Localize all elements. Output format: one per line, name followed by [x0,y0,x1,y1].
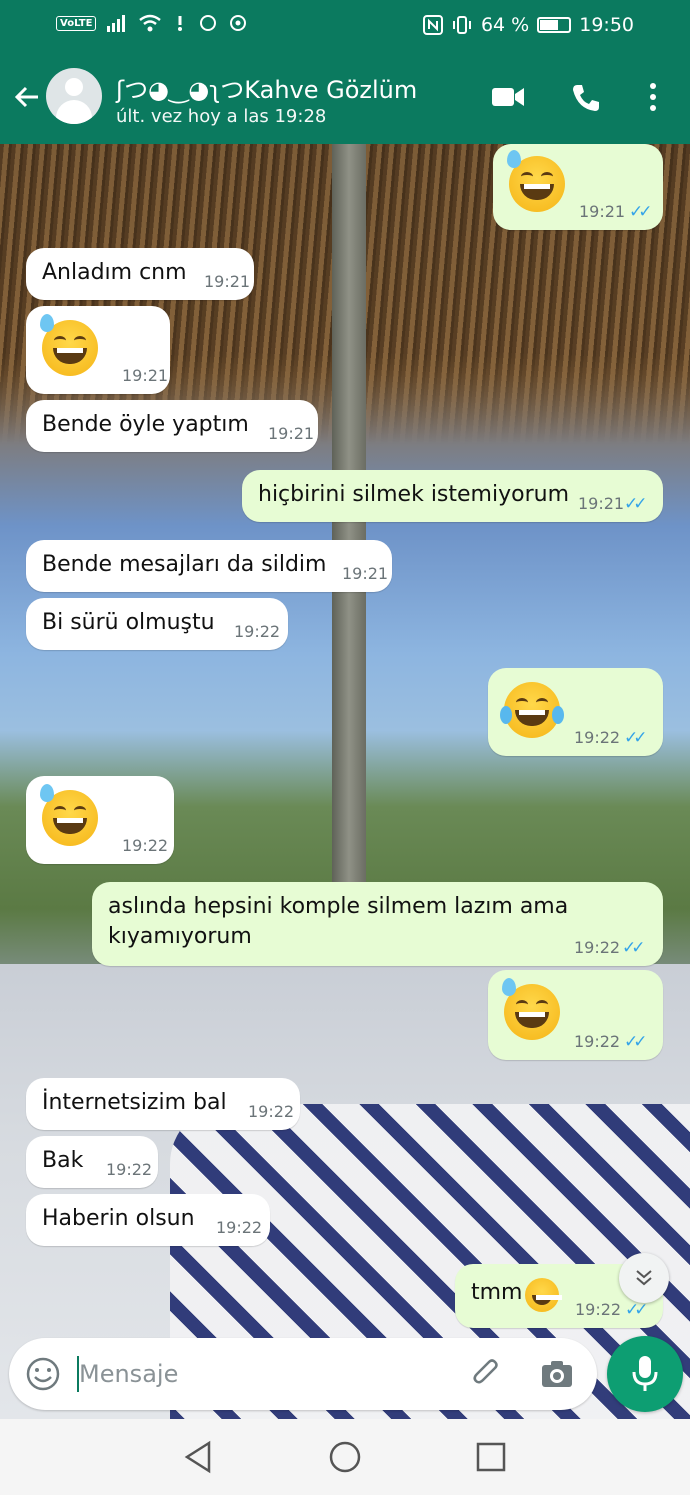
message-time: 19:22 [248,1102,295,1121]
read-ticks-icon: ✓✓ [624,728,647,748]
nav-recents-icon[interactable] [476,1442,506,1472]
message-out[interactable]: aslında hepsini komple silmem lazım ama … [92,882,663,966]
message-text: aslında hepsini komple silmem lazım ama [108,894,569,919]
message-text: Anladım cnm [42,260,187,285]
message-text: tmm [471,1280,523,1305]
message-in[interactable]: Anladım cnm 19:21 [26,248,254,300]
emoji-grin-sweat [507,150,565,212]
emoji-icon[interactable] [25,1356,61,1392]
emoji-grin-sweat [40,314,98,376]
message-in[interactable]: İnternetsizim bal 19:22 [26,1078,300,1130]
chat-area[interactable]: 19:21 ✓✓ Anladım cnm 19:21 19:21 Bende ö… [0,144,690,1419]
message-input[interactable]: Mensaje [79,1360,178,1388]
message-in[interactable]: Bak 19:22 [26,1136,158,1188]
contact-name[interactable]: ʃつ◕‿◕ʅつKahve Gözlüm [116,70,417,105]
more-vert-icon[interactable] [648,82,658,112]
message-time: 19:22 [574,938,621,957]
scroll-down-icon [636,1270,652,1286]
emoji-grin-sweat [502,978,560,1040]
scroll-down-button[interactable] [619,1253,669,1303]
system-nav-bar [0,1419,690,1495]
vibrate-icon [452,16,471,34]
message-in[interactable]: Haberin olsun 19:22 [26,1194,270,1246]
emoji-grin-sweat [40,784,98,846]
chat-header: ʃつ◕‿◕ʅつKahve Gözlüm últ. vez hoy a las 1… [0,52,690,144]
message-out[interactable]: hiçbirini silmek istemiyorum 19:21 ✓✓ [242,470,663,522]
volte-indicator: VoLTE [56,15,97,31]
avatar[interactable] [46,68,102,124]
message-text: Bi sürü olmuştu [42,610,215,635]
message-time: 19:21 [204,272,251,291]
mic-icon [632,1356,658,1391]
read-ticks-icon: ✓✓ [624,1032,647,1052]
message-in[interactable]: 19:22 [26,776,174,864]
message-text: hiçbirini silmek istemiyorum [258,482,569,507]
read-ticks-icon: ✓✓ [625,1300,648,1320]
message-time: 19:22 [574,728,621,747]
message-time: 19:22 [575,1300,622,1319]
notification-icon [178,16,183,31]
message-out[interactable]: 19:22 ✓✓ [488,970,663,1060]
sync-icon [200,15,217,31]
clock: 19:50 [579,14,634,36]
emoji-tears-of-joy [525,1278,562,1312]
message-in[interactable]: Bi sürü olmuştu 19:22 [26,598,288,650]
mic-button[interactable] [607,1336,683,1412]
message-text-line2: kıyamıyorum [108,924,252,949]
message-time: 19:21 [268,424,315,443]
camera-icon[interactable] [539,1356,575,1392]
phone-icon[interactable] [570,82,602,114]
emoji-tears-of-joy [500,682,564,738]
attach-icon[interactable] [469,1356,505,1392]
last-seen: últ. vez hoy a las 19:28 [116,106,327,127]
message-time: 19:22 [234,622,281,641]
message-text: Haberin olsun [42,1206,195,1231]
message-time: 19:22 [574,1032,621,1051]
nfc-icon [422,15,443,35]
message-composer[interactable]: Mensaje [9,1338,597,1410]
battery-icon [537,17,572,33]
message-text: Bende öyle yaptım [42,412,249,437]
read-ticks-icon: ✓✓ [629,202,652,222]
message-out[interactable]: 19:21 ✓✓ [493,144,663,230]
battery-percent: 64 % [480,14,530,36]
message-time: 19:21 [122,366,169,385]
message-text: Bende mesajları da sildim [42,552,327,577]
read-ticks-icon: ✓✓ [622,938,645,958]
message-time: 19:22 [216,1218,263,1237]
message-time: 19:21 [578,494,625,513]
nav-back-icon[interactable] [183,1440,213,1474]
back-arrow-icon[interactable] [12,82,42,112]
message-out[interactable]: 19:22 ✓✓ [488,668,663,756]
message-time: 19:22 [106,1160,153,1179]
message-time: 19:21 [342,564,389,583]
message-text: Bak [42,1148,84,1173]
nav-home-icon[interactable] [328,1440,362,1474]
video-call-icon[interactable] [490,82,526,112]
message-in[interactable]: Bende öyle yaptım 19:21 [26,400,318,452]
signal-icon [107,15,126,32]
message-time: 19:22 [122,836,169,855]
wifi-icon [139,14,162,32]
message-text: İnternetsizim bal [42,1090,227,1115]
status-bar: VoLTE 64 % 19:50 [0,0,690,52]
read-ticks-icon: ✓✓ [624,494,647,514]
message-time: 19:21 [579,202,626,221]
message-in[interactable]: 19:21 [26,306,170,394]
message-in[interactable]: Bende mesajları da sildim 19:21 [26,540,392,592]
hotspot-icon [230,15,247,31]
